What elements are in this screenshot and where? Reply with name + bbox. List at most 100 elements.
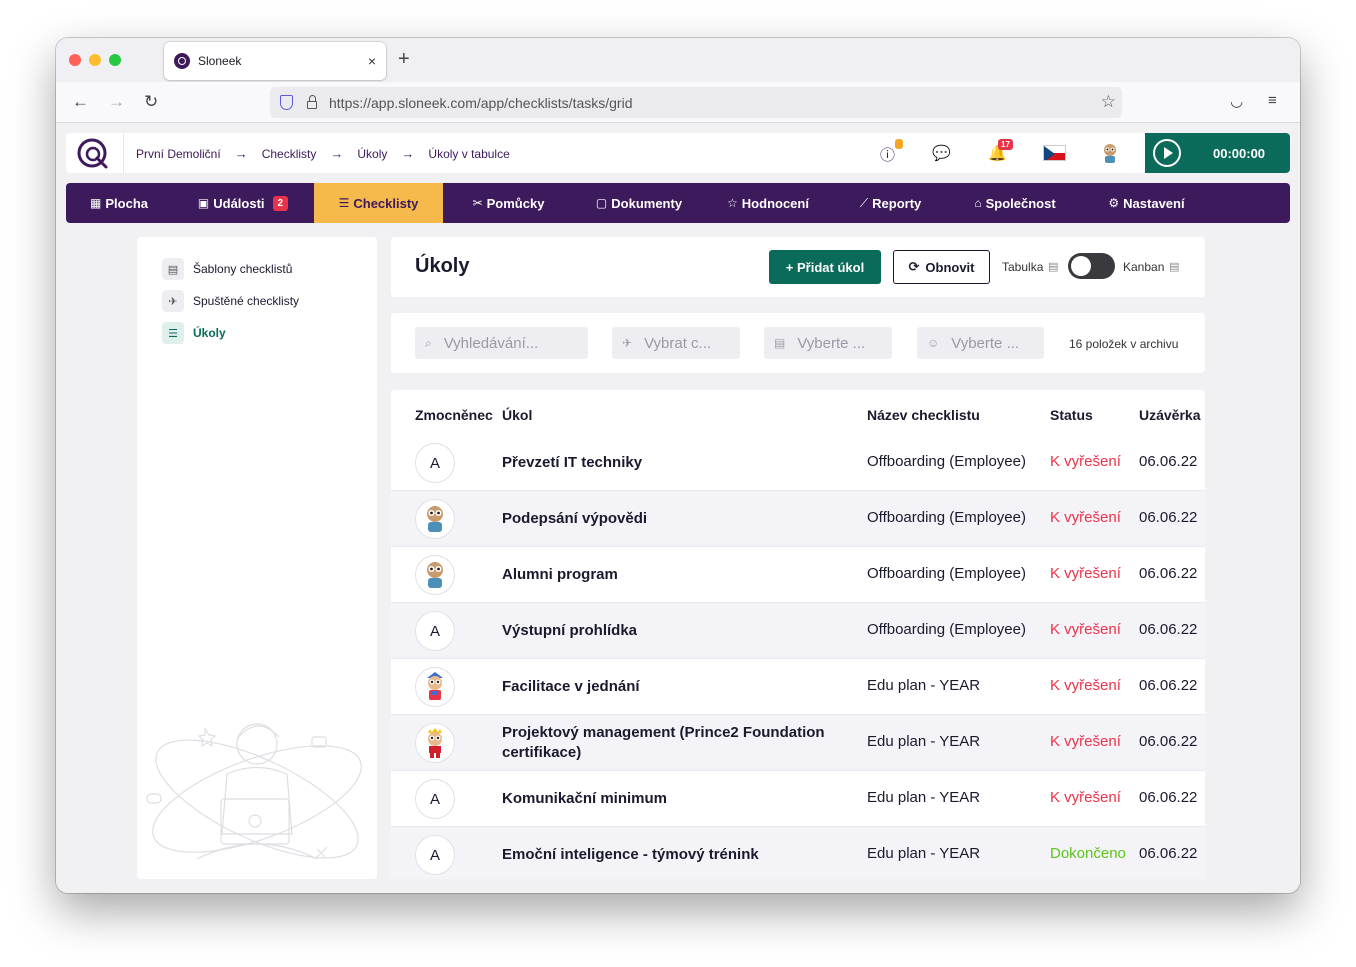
task-name[interactable]: Komunikační minimum: [502, 789, 847, 809]
table-row[interactable]: Facilitace v jednání Edu plan - YEAR K vyř…: [391, 659, 1205, 715]
breadcrumb-tasks-grid[interactable]: Úkoly v tabulce: [428, 147, 509, 161]
close-window-button[interactable]: [69, 54, 81, 66]
status-label[interactable]: K vyřešení: [1050, 789, 1121, 806]
status-label[interactable]: K vyřešení: [1050, 509, 1121, 526]
table-row[interactable]: Podepsání výpovědi Offboarding (Employee)…: [391, 491, 1205, 547]
czech-flag-icon[interactable]: [1043, 145, 1066, 161]
back-arrow-icon[interactable]: ←: [72, 92, 89, 112]
status-label[interactable]: K vyřešení: [1050, 453, 1121, 470]
nav-item-plocha[interactable]: ▦ Plocha: [66, 183, 172, 223]
nav-item-reporty[interactable]: ⟋ Reporty: [832, 183, 949, 223]
bookmark-star-icon[interactable]: ☆: [1101, 92, 1116, 112]
url-bar[interactable]: https://app.sloneek.com/app/checklists/t…: [270, 87, 1122, 118]
user-avatar[interactable]: [1099, 142, 1121, 164]
assignee-avatar[interactable]: [415, 499, 455, 539]
minimize-window-button[interactable]: [89, 54, 101, 66]
sidebar-item-templates[interactable]: ▤ Šablony checklistů: [137, 253, 377, 285]
forward-arrow-icon[interactable]: →: [108, 92, 125, 112]
reload-icon[interactable]: ↻: [144, 92, 158, 112]
search-placeholder: Vyhledávání...: [443, 334, 539, 352]
task-name[interactable]: Převzetí IT techniky: [502, 453, 847, 473]
checklist-select[interactable]: ✈ Vybrat c...: [612, 327, 740, 359]
status-label[interactable]: Dokončeno: [1050, 845, 1126, 862]
nav-item-checklisty[interactable]: ☰ Checklisty: [314, 183, 443, 223]
breadcrumb-checklists[interactable]: Checklisty: [262, 147, 317, 161]
task-name[interactable]: Alumni program: [502, 565, 847, 585]
sloneek-logo-icon[interactable]: [76, 136, 110, 170]
table-row[interactable]: A Emoční inteligence - týmový trénink Edu …: [391, 827, 1205, 879]
deadline-date: 06.06.22: [1139, 677, 1198, 694]
play-icon[interactable]: [1153, 139, 1181, 167]
nav-label: Checklisty: [353, 195, 419, 211]
lock-icon[interactable]: [307, 95, 317, 109]
nav-item-dokumenty[interactable]: ▢ Dokumenty: [574, 183, 704, 223]
task-name[interactable]: Projektový management (Prince2 Foundatio…: [502, 723, 847, 763]
add-task-button[interactable]: + Přidat úkol: [769, 250, 881, 284]
kanban-view-label: Kanban: [1123, 260, 1165, 274]
maximize-window-button[interactable]: [109, 54, 121, 66]
task-name[interactable]: Podepsání výpovědi: [502, 509, 847, 529]
chat-bubbles-icon[interactable]: 💬: [932, 144, 951, 162]
assignee-avatar[interactable]: [415, 667, 455, 707]
browser-toolbar: ← → ↻ https://app.sloneek.com/app/checkl…: [56, 82, 1300, 123]
assignee-avatar[interactable]: A: [415, 779, 455, 819]
rocket-icon: ✈: [162, 290, 184, 312]
breadcrumb-arrow-icon: →: [234, 146, 248, 161]
checklist-template-select[interactable]: ▤ Vyberte ...: [764, 327, 892, 359]
view-toggle[interactable]: [1068, 253, 1115, 279]
sidebar: ▤ Šablony checklistů ✈ Spuštěné checklisty…: [137, 237, 377, 879]
table-row[interactable]: Alumni program Offboarding (Employee) K vy…: [391, 547, 1205, 603]
table-row[interactable]: A Komunikační minimum Edu plan - YEAR K vyř…: [391, 771, 1205, 827]
archive-count-link[interactable]: 16 položek v archivu: [1069, 337, 1178, 351]
close-tab-icon[interactable]: ×: [368, 53, 376, 69]
column-header-checklist[interactable]: Název checklistu: [867, 407, 980, 423]
nav-label: Společnost: [985, 195, 1056, 211]
table-row[interactable]: A Výstupní prohlídka Offboarding (Employee…: [391, 603, 1205, 659]
tracking-shield-icon[interactable]: [280, 95, 293, 110]
nav-item-udalosti[interactable]: ▣ Události 2: [172, 183, 314, 223]
calendar-icon: ▣: [197, 196, 210, 210]
gear-icon: ⚙: [1108, 196, 1120, 210]
chart-icon: ⟋: [859, 195, 869, 210]
column-header-task[interactable]: Úkol: [502, 407, 532, 423]
new-tab-button[interactable]: +: [398, 48, 410, 71]
nav-item-nastaveni[interactable]: ⚙ Nastavení: [1081, 183, 1212, 223]
nav-item-hodnoceni[interactable]: ☆ Hodnocení: [704, 183, 832, 223]
refresh-icon: ⟳: [908, 259, 920, 274]
nav-item-spolecnost[interactable]: ⌂ Společnost: [949, 183, 1081, 223]
sidebar-item-running[interactable]: ✈ Spuštěné checklisty: [137, 285, 377, 317]
menu-icon[interactable]: ≡: [1268, 92, 1277, 109]
assignee-avatar[interactable]: A: [415, 835, 455, 875]
assignee-avatar[interactable]: A: [415, 443, 455, 483]
assignee-avatar[interactable]: A: [415, 611, 455, 651]
breadcrumb-tasks[interactable]: Úkoly: [357, 147, 387, 161]
refresh-button[interactable]: ⟳ Obnovit: [893, 250, 990, 284]
nav-item-pomucky[interactable]: ✂ Pomůcky: [443, 183, 574, 223]
info-icon[interactable]: ⓘ: [880, 144, 895, 165]
url-text[interactable]: https://app.sloneek.com/app/checklists/t…: [329, 95, 632, 111]
search-input[interactable]: ⌕ Vyhledávání...: [415, 327, 588, 359]
task-name[interactable]: Emoční inteligence - týmový trénink: [502, 845, 847, 865]
task-name[interactable]: Výstupní prohlídka: [502, 621, 847, 641]
status-label[interactable]: K vyřešení: [1050, 565, 1121, 582]
task-name[interactable]: Facilitace v jednání: [502, 677, 847, 697]
status-label[interactable]: K vyřešení: [1050, 733, 1121, 750]
assignee-select[interactable]: ☺ Vyberte ...: [917, 327, 1044, 359]
sidebar-item-tasks[interactable]: ☰ Úkoly: [137, 317, 377, 349]
column-header-deadline[interactable]: Uzávěrka: [1139, 407, 1201, 423]
column-header-assignee[interactable]: Zmocněnec: [415, 407, 493, 423]
status-label[interactable]: K vyřešení: [1050, 677, 1121, 694]
list-icon: ☰: [162, 322, 184, 344]
window-controls: [69, 54, 121, 66]
assignee-avatar[interactable]: [415, 723, 455, 763]
folder-icon: ▢: [595, 196, 608, 210]
table-row[interactable]: Projektový management (Prince2 Foundatio…: [391, 715, 1205, 771]
breadcrumb-company[interactable]: První Demoliční: [136, 147, 221, 161]
browser-tab[interactable]: Sloneek ×: [164, 42, 386, 80]
pocket-icon[interactable]: ◡: [1230, 92, 1243, 110]
column-header-status[interactable]: Status: [1050, 407, 1093, 423]
app-header: První Demoliční → Checklisty → Úkoly → Ú…: [66, 133, 1290, 173]
assignee-avatar[interactable]: [415, 555, 455, 595]
table-row[interactable]: A Převzetí IT techniky Offboarding (Employ…: [391, 435, 1205, 491]
status-label[interactable]: K vyřešení: [1050, 621, 1121, 638]
